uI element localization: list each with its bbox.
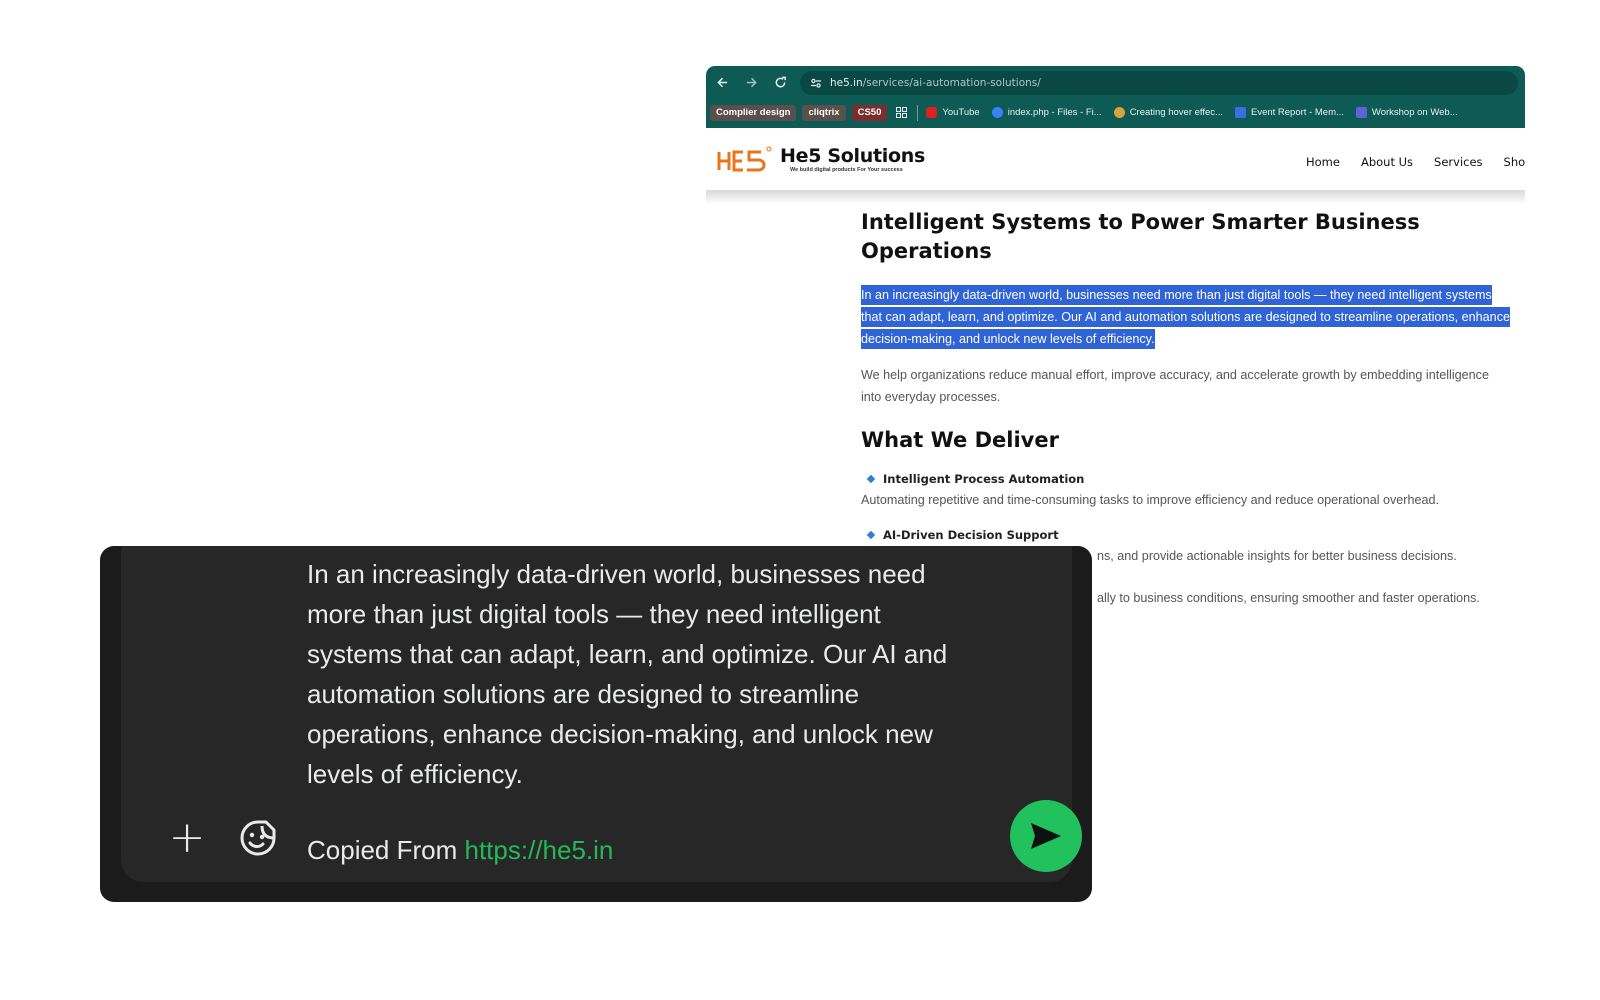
site-settings-icon[interactable] [806, 73, 826, 93]
attach-plus-icon[interactable]: + [167, 816, 207, 860]
browser-chrome: he5.in/services/ai-automation-solutions/… [706, 66, 1525, 128]
deliver-item-title-text: AI-Driven Decision Support [883, 528, 1059, 542]
copied-from-link[interactable]: https://he5.in [465, 835, 614, 865]
site-logo-title[interactable]: He5 Solutions [780, 145, 925, 167]
bullet-diamond-icon [866, 530, 876, 540]
intro-paragraph: We help organizations reduce manual effo… [861, 368, 1489, 404]
bookmark-index-php[interactable]: index.php - Files - Fi... [991, 107, 1102, 118]
selected-paragraph[interactable]: In an increasingly data-driven world, bu… [861, 284, 1511, 350]
bookmark-youtube[interactable]: YouTube [926, 107, 980, 118]
bookmarks-bar: Complier design cliqtrix CS50 YouTube in… [706, 99, 1525, 126]
page-title: Intelligent Systems to Power Smarter Bus… [861, 210, 1420, 263]
nav-shop[interactable]: Shop [1504, 155, 1525, 169]
apps-grid-icon[interactable] [893, 105, 909, 121]
chat-composer: In an increasingly data-driven world, bu… [100, 546, 1092, 902]
deliver-heading: What We Deliver [861, 428, 1059, 452]
bookmark-event-report[interactable]: Event Report - Mem... [1234, 107, 1344, 118]
bookmark-separator [917, 104, 919, 121]
message-input[interactable]: In an increasingly data-driven world, bu… [307, 554, 977, 794]
bookmark-folder-complier-design[interactable]: Complier design [710, 104, 797, 121]
bookmark-label: YouTube [942, 107, 980, 118]
message-input-box[interactable]: In an increasingly data-driven world, bu… [121, 546, 1082, 882]
bullet-diamond-icon [866, 474, 876, 484]
forms-icon [1355, 107, 1367, 118]
url-path: /services/ai-automation-solutions/ [862, 77, 1041, 89]
toolbar: he5.in/services/ai-automation-solutions/ [706, 66, 1525, 98]
bookmark-workshop[interactable]: Workshop on Web... [1355, 107, 1458, 118]
selection-highlight: In an increasingly data-driven world, bu… [861, 285, 1510, 349]
bookmark-hover-effect[interactable]: Creating hover effec... [1113, 107, 1223, 118]
bookmark-label: Event Report - Mem... [1250, 107, 1344, 118]
url-text[interactable]: he5.in/services/ai-automation-solutions/ [830, 77, 1041, 89]
nav-about-us[interactable]: About Us [1361, 155, 1413, 169]
reload-icon[interactable] [767, 69, 793, 95]
nav-services[interactable]: Services [1434, 155, 1483, 169]
deliver-item-desc: Automating repetitive and time-consuming… [861, 493, 1440, 507]
bookmark-label: index.php - Files - Fi... [1007, 107, 1102, 118]
nextcloud-icon [991, 107, 1003, 118]
deliver-item-title: AI-Driven Decision Support [861, 528, 1511, 542]
site-favicon-icon [1113, 107, 1125, 118]
copied-from-line: Copied From https://he5.in [307, 835, 613, 866]
site-logo-tagline: We build digital products For Your succe… [790, 167, 903, 173]
address-bar[interactable]: he5.in/services/ai-automation-solutions/ [800, 71, 1518, 95]
copied-from-label: Copied From [307, 835, 465, 865]
bookmark-label: Workshop on Web... [1371, 107, 1458, 118]
sticker-icon[interactable] [238, 818, 278, 858]
bookmark-folder-cliqtrix[interactable]: cliqtrix [802, 104, 846, 121]
google-docs-icon [1234, 107, 1246, 118]
he5-logo-icon[interactable] [717, 146, 773, 174]
forward-arrow-icon[interactable] [738, 69, 764, 95]
deliver-item-title: Intelligent Process Automation [861, 472, 1511, 486]
deliver-item-title-text: Intelligent Process Automation [883, 472, 1085, 486]
send-arrow-icon [1031, 823, 1061, 849]
bookmark-label: Creating hover effec... [1129, 107, 1223, 118]
site-nav: Home About Us Services Shop [1306, 155, 1525, 169]
list-item: Intelligent Process Automation Automatin… [861, 472, 1511, 508]
youtube-icon [926, 107, 938, 118]
header-shadow [706, 190, 1525, 204]
send-button[interactable] [1010, 800, 1082, 872]
bookmark-folder-cs50[interactable]: CS50 [851, 104, 888, 121]
nav-home[interactable]: Home [1306, 155, 1340, 169]
url-host: he5.in [830, 77, 863, 89]
back-arrow-icon[interactable] [709, 69, 735, 95]
screenshot-stage: he5.in/services/ai-automation-solutions/… [0, 0, 1600, 1000]
